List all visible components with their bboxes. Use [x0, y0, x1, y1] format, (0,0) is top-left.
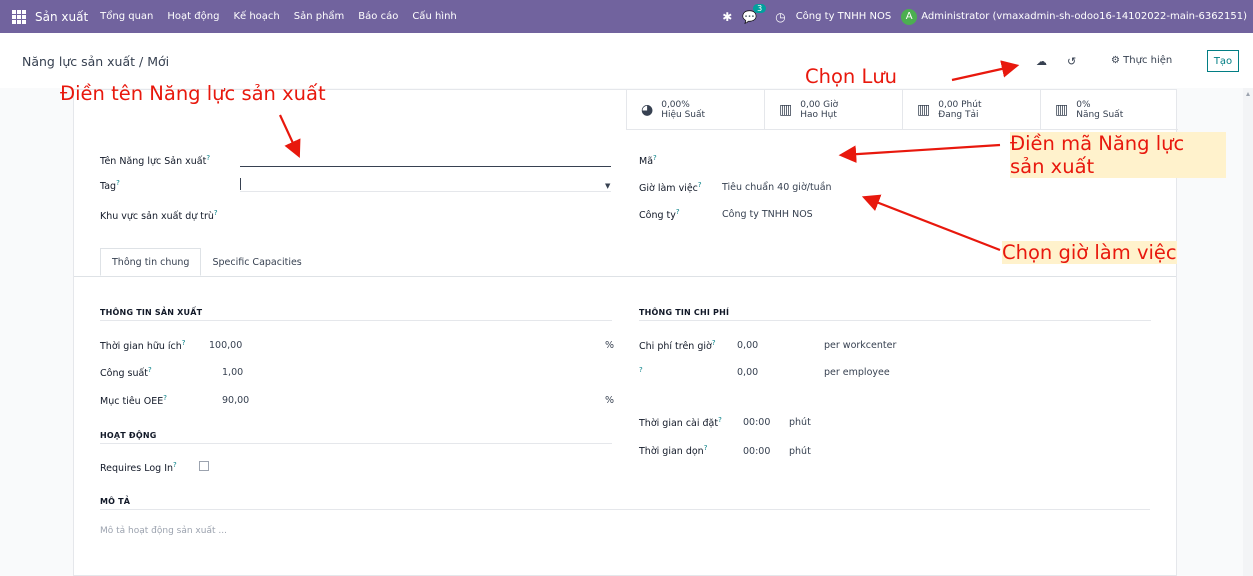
capacity-input[interactable]: 1,00: [222, 367, 243, 378]
stat-value: 0,00 Giờ: [800, 99, 839, 110]
stat-label: Hao Hụt: [800, 109, 837, 120]
minutes-unit: phút: [789, 446, 811, 457]
capacity-label: Công suất?: [100, 366, 152, 380]
chat-icon[interactable]: 💬 3: [742, 3, 767, 24]
tab-general-info[interactable]: Thông tin chung: [100, 248, 202, 276]
divider: [100, 320, 612, 321]
stat-label: Hiệu Suất: [661, 109, 706, 120]
breadcrumb: Năng lực sản xuất / Mới: [22, 54, 170, 69]
stat-label: Năng Suất: [1076, 109, 1124, 120]
requires-login-label: Requires Log In?: [100, 461, 177, 475]
hours-field[interactable]: Tiêu chuẩn 40 giờ/tuần: [722, 182, 832, 193]
employee-cost-label: ?: [639, 366, 643, 374]
requires-login-checkbox[interactable]: [199, 461, 209, 471]
bar-chart-icon: ▥: [1055, 101, 1069, 118]
divider: [100, 509, 1150, 510]
employee-cost-input[interactable]: 0,00: [737, 367, 758, 378]
stat-button-load[interactable]: ▥ 0,00 Phút Đang Tải: [902, 90, 1040, 129]
main-menu: Tổng quan Hoạt động Kế hoạch Sản phẩm Bá…: [100, 11, 471, 22]
notebook-tabs: Thông tin chung Specific Capacities: [100, 248, 313, 276]
per-employee-text: per employee: [824, 367, 890, 378]
annotation-save: Chọn Lưu: [805, 65, 898, 88]
annotation-select-hours: Chọn giờ làm việc: [1002, 241, 1177, 264]
clock-icon[interactable]: ◷: [775, 10, 785, 24]
smart-buttons: ◕ 0,00% Hiệu Suất ▥ 0,00 Giờ Hao Hụt ▥ 0,0…: [626, 90, 1178, 130]
efficiency-input[interactable]: 100,00: [209, 340, 242, 351]
discard-icon[interactable]: ↺: [1067, 55, 1076, 68]
stat-value: 0,00%: [661, 99, 690, 110]
company-label: Công ty?: [639, 208, 680, 222]
stat-button-loss[interactable]: ▥ 0,00 Giờ Hao Hụt: [764, 90, 902, 129]
percent-unit: %: [605, 340, 615, 351]
apps-menu-icon[interactable]: [12, 9, 26, 24]
company-field[interactable]: Công ty TNHH NOS: [722, 209, 813, 220]
bar-chart-icon: ▥: [917, 101, 931, 118]
control-panel: Năng lực sản xuất / Mới ☁ ↺ ⚙ Thực hiện …: [0, 33, 1253, 88]
tag-input[interactable]: [240, 191, 611, 192]
percent-unit: %: [605, 395, 615, 406]
pie-chart-icon: ◕: [641, 101, 654, 118]
menu-item-operations[interactable]: Hoạt động: [167, 11, 219, 22]
minutes-unit: phút: [789, 417, 811, 428]
description-title: MÔ TẢ: [100, 497, 131, 506]
menu-item-planning[interactable]: Kế hoạch: [233, 11, 279, 22]
bar-chart-icon: ▥: [779, 101, 793, 118]
annotation-fill-code: Điền mã Năng lực sản xuất: [1010, 132, 1226, 178]
menu-item-configuration[interactable]: Cấu hình: [412, 11, 456, 22]
cleanup-time-label: Thời gian dọn?: [639, 444, 708, 458]
create-button[interactable]: Tạo: [1207, 50, 1239, 72]
top-navbar: Sản xuất Tổng quan Hoạt động Kế hoạch Sả…: [0, 0, 1253, 33]
divider: [639, 320, 1151, 321]
stat-value: 0%: [1076, 99, 1091, 110]
oee-input[interactable]: 90,00: [222, 395, 249, 406]
annotation-fill-name: Điền tên Năng lực sản xuất: [60, 82, 326, 105]
actions-button[interactable]: ⚙ Thực hiện: [1111, 55, 1172, 66]
tag-label: Tag?: [100, 179, 120, 193]
tab-specific-capacities[interactable]: Specific Capacities: [201, 248, 312, 276]
cleanup-time-input[interactable]: 00:00: [743, 446, 770, 457]
per-workcenter-text: per workcenter: [824, 340, 897, 351]
scroll-up-icon[interactable]: [1246, 92, 1250, 96]
gear-icon: ⚙: [1111, 55, 1120, 66]
setup-time-label: Thời gian cài đặt?: [639, 416, 722, 430]
activity-title: HOẠT ĐỘNG: [100, 431, 157, 440]
avatar[interactable]: A: [901, 8, 918, 25]
hour-cost-input[interactable]: 0,00: [737, 340, 758, 351]
name-label: Tên Năng lực Sản xuất?: [100, 154, 211, 168]
scrollbar[interactable]: [1243, 88, 1253, 576]
company-switcher[interactable]: Công ty TNHH NOS: [796, 11, 892, 22]
name-input[interactable]: [240, 166, 611, 167]
hours-label: Giờ làm việc?: [639, 181, 702, 195]
stat-button-efficiency[interactable]: ◕ 0,00% Hiệu Suất: [626, 90, 764, 129]
chat-count-badge: 3: [753, 3, 767, 13]
hour-cost-label: Chi phí trên giờ?: [639, 339, 716, 353]
divider: [100, 443, 612, 444]
text-cursor: [240, 178, 241, 190]
stat-label: Đang Tải: [938, 109, 979, 120]
efficiency-label: Thời gian hữu ích?: [100, 339, 186, 353]
oee-label: Mục tiêu OEE?: [100, 394, 167, 408]
save-cloud-icon[interactable]: ☁: [1036, 55, 1047, 68]
actions-label: Thực hiện: [1123, 55, 1173, 66]
description-editor[interactable]: Mô tả hoạt động sản xuất ...: [100, 526, 227, 536]
code-label: Mã?: [639, 154, 657, 168]
menu-item-products[interactable]: Sản phẩm: [294, 11, 345, 22]
app-name[interactable]: Sản xuất: [35, 10, 88, 24]
bug-icon[interactable]: ✱: [722, 10, 732, 24]
stat-value: 0,00 Phút: [938, 99, 982, 110]
user-menu[interactable]: Administrator (vmaxadmin-sh-odoo16-14102…: [921, 11, 1247, 22]
menu-item-overview[interactable]: Tổng quan: [100, 11, 153, 22]
setup-time-input[interactable]: 00:00: [743, 417, 770, 428]
stat-button-productivity[interactable]: ▥ 0% Năng Suất: [1040, 90, 1178, 129]
alternative-label: Khu vực sản xuất dự trù?: [100, 209, 218, 223]
cost-info-title: THÔNG TIN CHI PHÍ: [639, 308, 730, 317]
menu-item-reporting[interactable]: Báo cáo: [358, 11, 398, 22]
tabs-divider: [74, 276, 1176, 277]
dropdown-caret-icon[interactable]: ▼: [605, 182, 610, 190]
production-info-title: THÔNG TIN SẢN XUẤT: [100, 308, 203, 317]
